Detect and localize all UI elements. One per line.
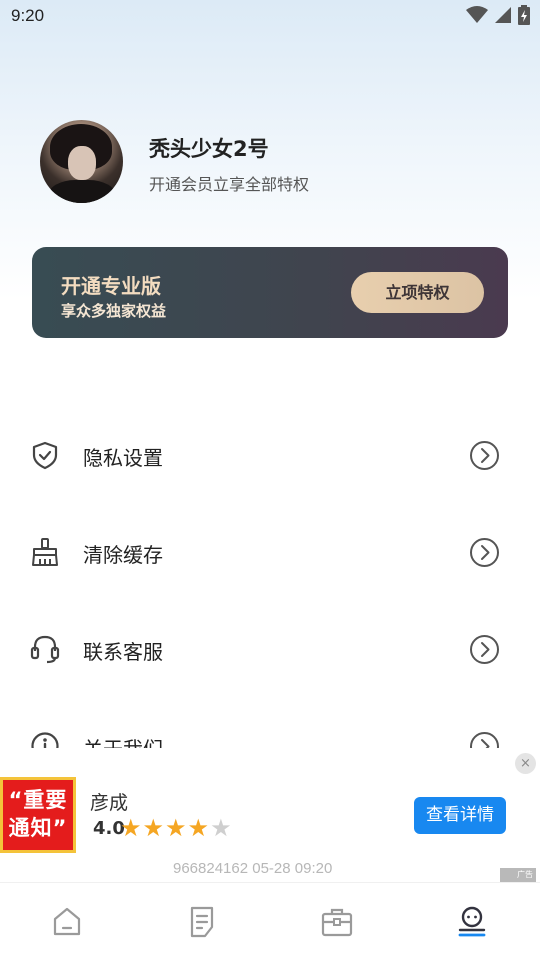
document-icon[interactable] — [185, 905, 219, 939]
broom-icon — [32, 538, 58, 566]
star-filled-icon: ★ — [142, 814, 166, 842]
vip-title: 开通专业版 — [61, 274, 161, 298]
menu-item-label: 联系客服 — [83, 640, 163, 664]
chevron-right-icon[interactable] — [469, 537, 500, 568]
wifi-icon — [466, 6, 488, 23]
profile-header[interactable]: 秃头少女2号 开通会员立享全部特权 — [40, 120, 500, 204]
vip-subtitle: 享众多独家权益 — [61, 302, 167, 320]
user-name: 秃头少女2号 — [149, 137, 269, 161]
signal-icon — [495, 7, 511, 23]
vip-privilege-button[interactable]: 立项特权 — [351, 272, 484, 313]
menu-item-label: 关于我们 — [83, 733, 163, 748]
status-bar: 9:20 — [0, 0, 540, 34]
vip-card[interactable]: 开通专业版 享众多独家权益 立项特权 — [32, 247, 508, 338]
close-icon[interactable]: × — [515, 753, 536, 774]
user-icon[interactable] — [455, 905, 489, 939]
avatar-shirt — [48, 180, 116, 203]
menu-item-clear-cache[interactable]: 清除缓存 — [0, 505, 540, 601]
bottom-tab-bar — [0, 882, 540, 960]
chevron-right-icon[interactable] — [469, 731, 500, 748]
info-icon — [31, 732, 59, 748]
ad-meta: 966824162 05-28 09:20 — [173, 860, 333, 877]
status-icons — [466, 5, 530, 25]
star-empty-icon: ★ — [210, 814, 233, 842]
avatar-face — [68, 146, 96, 180]
briefcase-icon[interactable] — [320, 905, 354, 939]
settings-menu: 隐私设置 清除缓存 联系客服 — [0, 408, 540, 748]
star-filled-icon: ★ — [120, 814, 143, 842]
home-icon[interactable] — [50, 905, 84, 939]
menu-item-privacy[interactable]: 隐私设置 — [0, 408, 540, 504]
menu-item-label: 隐私设置 — [83, 446, 163, 470]
menu-item-customer-service[interactable]: 联系客服 — [0, 602, 540, 698]
ad-banner[interactable]: “重要通知” 彦成 4.0 ★★★★★ 查看详情 × 966824162 05-… — [0, 750, 540, 885]
chevron-right-icon[interactable] — [469, 440, 500, 471]
chevron-right-icon[interactable] — [469, 634, 500, 665]
ad-view-details-button[interactable]: 查看详情 — [414, 797, 506, 834]
ad-title: 彦成 — [90, 792, 129, 814]
battery-icon — [518, 5, 530, 25]
user-subtitle: 开通会员立享全部特权 — [149, 175, 310, 194]
avatar[interactable] — [40, 120, 123, 203]
headset-icon — [30, 635, 60, 664]
shield-check-icon — [32, 441, 58, 470]
menu-item-label: 清除缓存 — [83, 543, 163, 567]
star-filled-icon: ★ — [165, 814, 188, 842]
ad-star-rating: ★★★★★ — [120, 814, 233, 842]
ad-badge: 广告 — [500, 868, 536, 882]
star-filled-icon: ★ — [187, 814, 211, 842]
ad-image-text: “重要通知” — [8, 788, 68, 840]
status-time: 9:20 — [11, 6, 45, 25]
menu-item-about[interactable]: 关于我们 — [0, 699, 540, 748]
ad-image[interactable]: “重要通知” — [0, 777, 76, 853]
